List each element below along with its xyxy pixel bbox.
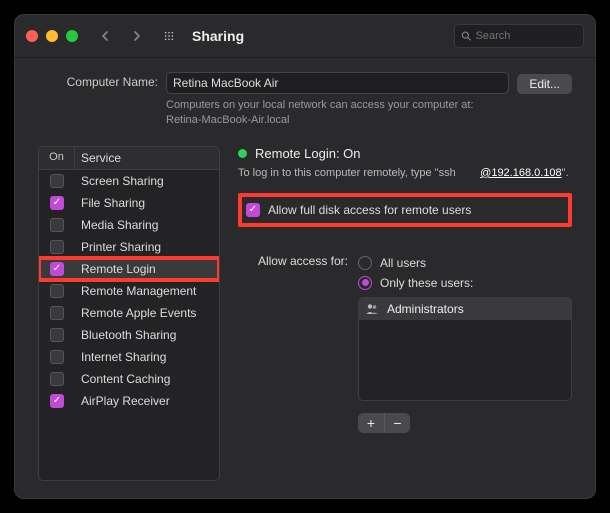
window-controls [26, 30, 78, 42]
service-label: AirPlay Receiver [75, 394, 219, 408]
search-input[interactable] [476, 30, 578, 42]
radio-all-users-label: All users [380, 256, 426, 270]
user-row-label: Administrators [387, 302, 464, 316]
status-row: Remote Login: On [238, 146, 572, 161]
service-label: Remote Apple Events [75, 306, 219, 320]
header-on[interactable]: On [39, 147, 75, 169]
forward-button[interactable] [126, 25, 148, 47]
service-detail: Remote Login: On To log in to this compu… [238, 146, 572, 481]
service-row[interactable]: Remote Login [39, 258, 219, 280]
remove-user-button[interactable]: − [384, 413, 410, 433]
add-user-button[interactable]: + [358, 413, 384, 433]
allow-full-disk-row: Allow full disk access for remote users [238, 193, 572, 227]
service-row[interactable]: Remote Management [39, 280, 219, 302]
radio-only-users-row[interactable]: Only these users: [358, 273, 572, 293]
service-row[interactable]: Screen Sharing [39, 170, 219, 192]
service-table-header: On Service [39, 147, 219, 170]
allow-full-disk-checkbox[interactable] [246, 203, 260, 217]
service-label: File Sharing [75, 196, 219, 210]
header-service[interactable]: Service [75, 147, 219, 169]
sharing-prefpane-window: Sharing Computer Name: Computers on your… [14, 14, 596, 499]
service-label: Printer Sharing [75, 240, 219, 254]
service-row[interactable]: Printer Sharing [39, 236, 219, 258]
computer-name-input[interactable] [166, 72, 509, 94]
service-label: Bluetooth Sharing [75, 328, 219, 342]
service-checkbox[interactable] [50, 262, 64, 276]
ssh-hint: To log in to this computer remotely, typ… [238, 167, 572, 179]
computer-name-label: Computer Name: [38, 72, 158, 89]
search-field[interactable] [454, 24, 584, 48]
service-row[interactable]: Bluetooth Sharing [39, 324, 219, 346]
service-row[interactable]: Remote Apple Events [39, 302, 219, 324]
service-table: On Service Screen Sharing File Sharing Med… [38, 146, 220, 481]
ssh-target[interactable]: @192.168.0.108 [480, 167, 562, 179]
allow-full-disk-label: Allow full disk access for remote users [268, 203, 471, 217]
service-checkbox[interactable] [50, 372, 64, 386]
back-button[interactable] [94, 25, 116, 47]
access-section: Allow access for: All users Only these u… [238, 253, 572, 433]
service-row[interactable]: Internet Sharing [39, 346, 219, 368]
status-text: Remote Login: On [255, 146, 361, 161]
close-window-button[interactable] [26, 30, 38, 42]
body: On Service Screen Sharing File Sharing Med… [38, 146, 572, 481]
service-row[interactable]: Media Sharing [39, 214, 219, 236]
edit-hostname-button[interactable]: Edit... [517, 74, 572, 94]
radio-only-users-label: Only these users: [380, 276, 473, 290]
zoom-window-button[interactable] [66, 30, 78, 42]
service-label: Remote Login [75, 262, 219, 276]
service-checkbox[interactable] [50, 328, 64, 342]
service-checkbox[interactable] [50, 196, 64, 210]
search-icon [461, 30, 472, 42]
service-label: Internet Sharing [75, 350, 219, 364]
user-row[interactable]: Administrators [359, 298, 571, 320]
service-row[interactable]: AirPlay Receiver [39, 390, 219, 412]
service-checkbox[interactable] [50, 218, 64, 232]
service-row[interactable]: Content Caching [39, 368, 219, 390]
service-table-body: Screen Sharing File Sharing Media Sharing P… [39, 170, 219, 480]
service-label: Media Sharing [75, 218, 219, 232]
service-checkbox[interactable] [50, 306, 64, 320]
user-list[interactable]: Administrators [358, 297, 572, 401]
computer-name-hint: Computers on your local network can acce… [166, 98, 509, 128]
service-label: Remote Management [75, 284, 219, 298]
service-label: Screen Sharing [75, 174, 219, 188]
service-row[interactable]: File Sharing [39, 192, 219, 214]
minimize-window-button[interactable] [46, 30, 58, 42]
titlebar: Sharing [14, 14, 596, 58]
user-list-buttons: + − [358, 413, 410, 433]
content: Computer Name: Computers on your local n… [14, 58, 596, 499]
computer-name-row: Computer Name: Computers on your local n… [38, 72, 572, 128]
service-checkbox[interactable] [50, 240, 64, 254]
access-label: Allow access for: [238, 253, 348, 433]
status-indicator-icon [238, 149, 247, 158]
service-checkbox[interactable] [50, 284, 64, 298]
users-icon [365, 302, 379, 316]
radio-all-users[interactable] [358, 256, 372, 270]
pane-title: Sharing [192, 28, 244, 44]
show-all-prefs-button[interactable] [158, 25, 180, 47]
service-checkbox[interactable] [50, 174, 64, 188]
service-checkbox[interactable] [50, 350, 64, 364]
service-label: Content Caching [75, 372, 219, 386]
service-checkbox[interactable] [50, 394, 64, 408]
radio-only-users[interactable] [358, 276, 372, 290]
radio-all-users-row[interactable]: All users [358, 253, 572, 273]
